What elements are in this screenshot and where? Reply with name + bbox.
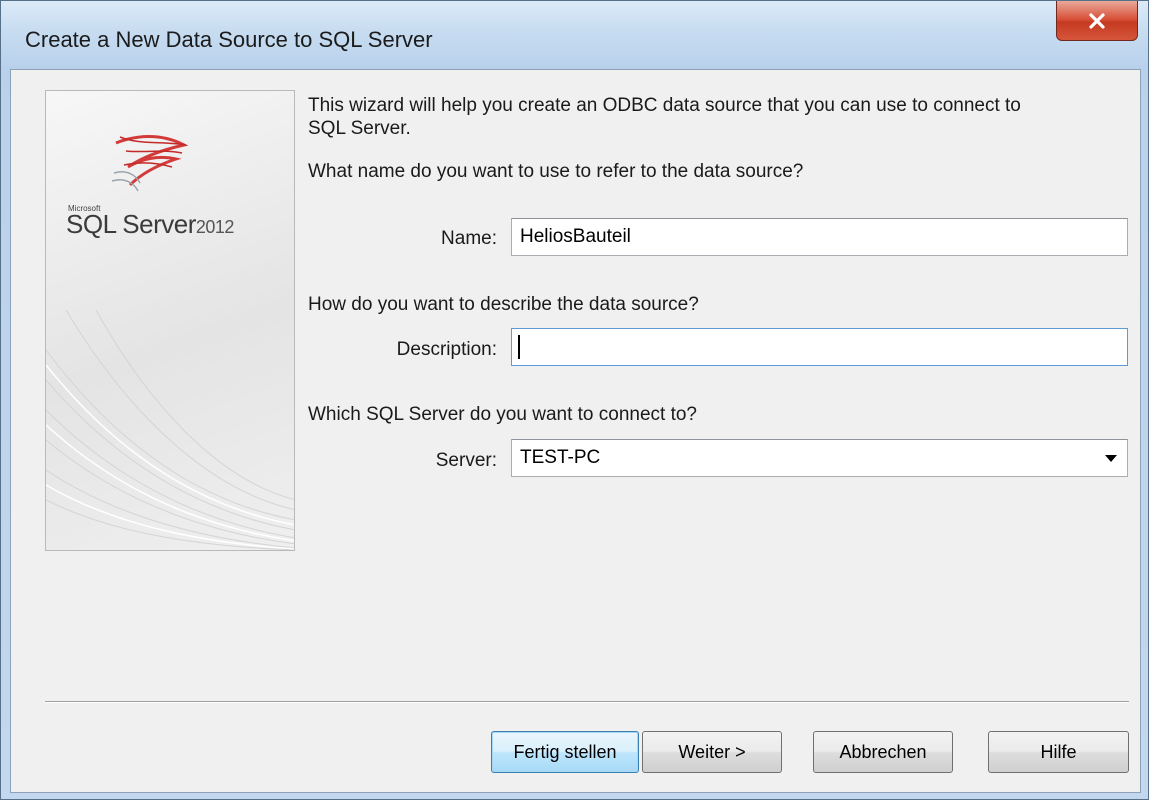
wizard-side-image: Microsoft SQL Server2012 xyxy=(45,90,295,551)
name-label: Name: xyxy=(441,228,497,249)
close-button[interactable] xyxy=(1056,1,1138,41)
server-label: Server: xyxy=(435,450,497,471)
dialog-window: Create a New Data Source to SQL Server M… xyxy=(0,0,1149,800)
decorative-waves xyxy=(46,310,294,550)
close-icon xyxy=(1089,12,1105,29)
dialog-client-area: Microsoft SQL Server2012 This wizard wil… xyxy=(10,69,1141,793)
logo-product-name: SQL Server xyxy=(66,209,196,239)
finish-button[interactable]: Fertig stellen xyxy=(491,731,639,773)
window-title: Create a New Data Source to SQL Server xyxy=(25,27,433,52)
sql-server-logo-icon xyxy=(111,135,189,192)
name-question: What name do you want to use to refer to… xyxy=(308,161,804,182)
description-label: Description: xyxy=(396,339,497,360)
name-field[interactable]: HeliosBauteil xyxy=(511,218,1128,256)
server-select-value: TEST-PC xyxy=(520,447,601,468)
chevron-down-icon[interactable] xyxy=(1105,455,1117,462)
intro-text-line1: This wizard will help you create an ODBC… xyxy=(308,95,1021,116)
server-select[interactable]: TEST-PC xyxy=(511,439,1128,477)
help-button[interactable]: Hilfe xyxy=(988,731,1129,773)
description-field[interactable] xyxy=(511,328,1128,366)
description-question: How do you want to describe the data sou… xyxy=(308,294,699,315)
logo-version: 2012 xyxy=(195,217,235,237)
title-bar[interactable]: Create a New Data Source to SQL Server xyxy=(1,1,1148,69)
intro-text-line2: SQL Server. xyxy=(308,118,411,139)
cancel-button[interactable]: Abbrechen xyxy=(813,731,953,773)
logo-product: SQL Server2012 xyxy=(66,209,234,240)
button-separator xyxy=(45,701,1129,703)
text-caret xyxy=(518,334,520,359)
next-button[interactable]: Weiter > xyxy=(642,731,782,773)
server-question: Which SQL Server do you want to connect … xyxy=(308,404,697,425)
